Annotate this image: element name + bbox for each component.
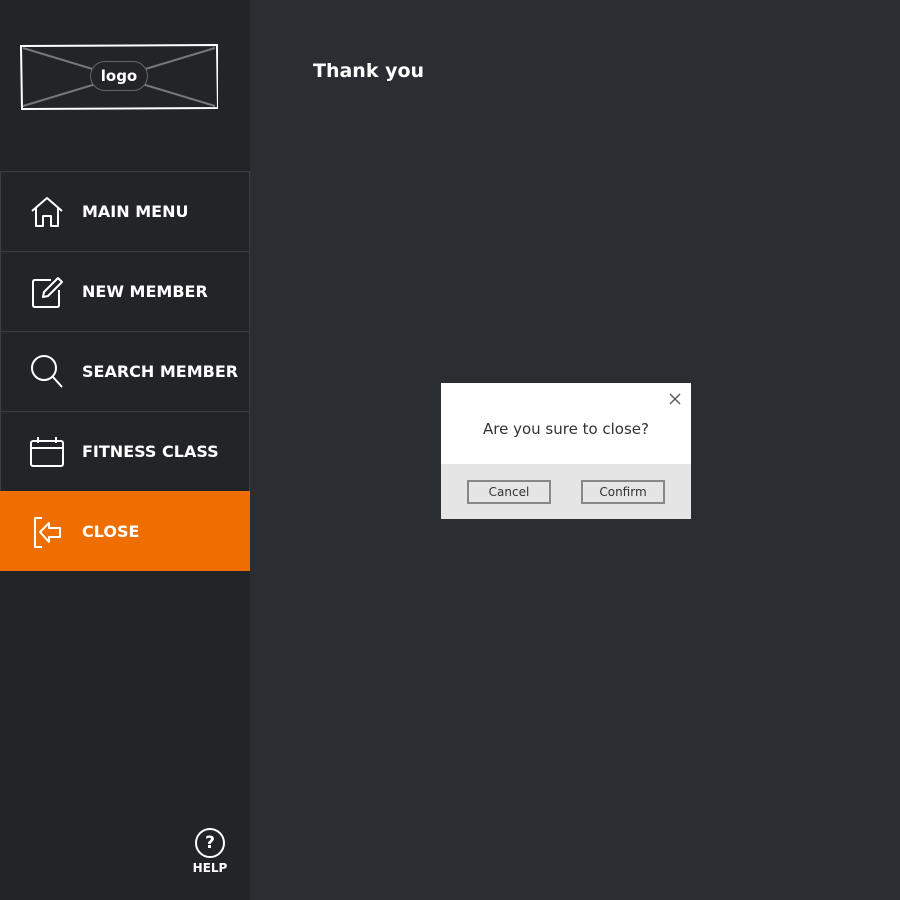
- nav-item-fitness-class[interactable]: FITNESS CLASS: [0, 411, 250, 491]
- nav-label-close: CLOSE: [82, 522, 140, 541]
- logo: logo: [20, 44, 218, 110]
- nav-menu: MAIN MENU NEW MEMBER SEARCH MEMBER FITNE…: [0, 171, 250, 571]
- nav-item-main-menu[interactable]: MAIN MENU: [0, 171, 250, 251]
- dialog-footer: Cancel Confirm: [441, 464, 691, 519]
- nav-label-new-member: NEW MEMBER: [82, 282, 208, 301]
- edit-icon: [32, 277, 63, 308]
- nav-label-main-menu: MAIN MENU: [82, 202, 189, 221]
- confirm-button[interactable]: Confirm: [581, 480, 665, 504]
- nav-item-new-member[interactable]: NEW MEMBER: [0, 251, 250, 331]
- confirm-close-dialog: Are you sure to close? Cancel Confirm: [441, 383, 691, 519]
- help-icon: ?: [195, 828, 225, 858]
- search-icon: [31, 355, 63, 388]
- logo-label: logo: [90, 61, 148, 91]
- nav-item-close[interactable]: CLOSE: [0, 491, 250, 571]
- home-icon: [31, 197, 63, 227]
- help-label: HELP: [192, 861, 228, 875]
- nav-label-fitness-class: FITNESS CLASS: [82, 442, 219, 461]
- exit-icon: [34, 517, 61, 548]
- sidebar: logo MAIN MENU NEW MEMBER SEARCH MEMBER: [0, 0, 250, 900]
- nav-label-search-member: SEARCH MEMBER: [82, 362, 239, 381]
- close-icon[interactable]: [668, 392, 682, 406]
- cancel-button[interactable]: Cancel: [467, 480, 551, 504]
- calendar-icon: [30, 437, 64, 467]
- help-button[interactable]: ? HELP: [190, 828, 230, 875]
- nav-item-search-member[interactable]: SEARCH MEMBER: [0, 331, 250, 411]
- page-title: Thank you: [313, 60, 425, 82]
- dialog-message: Are you sure to close?: [482, 420, 649, 438]
